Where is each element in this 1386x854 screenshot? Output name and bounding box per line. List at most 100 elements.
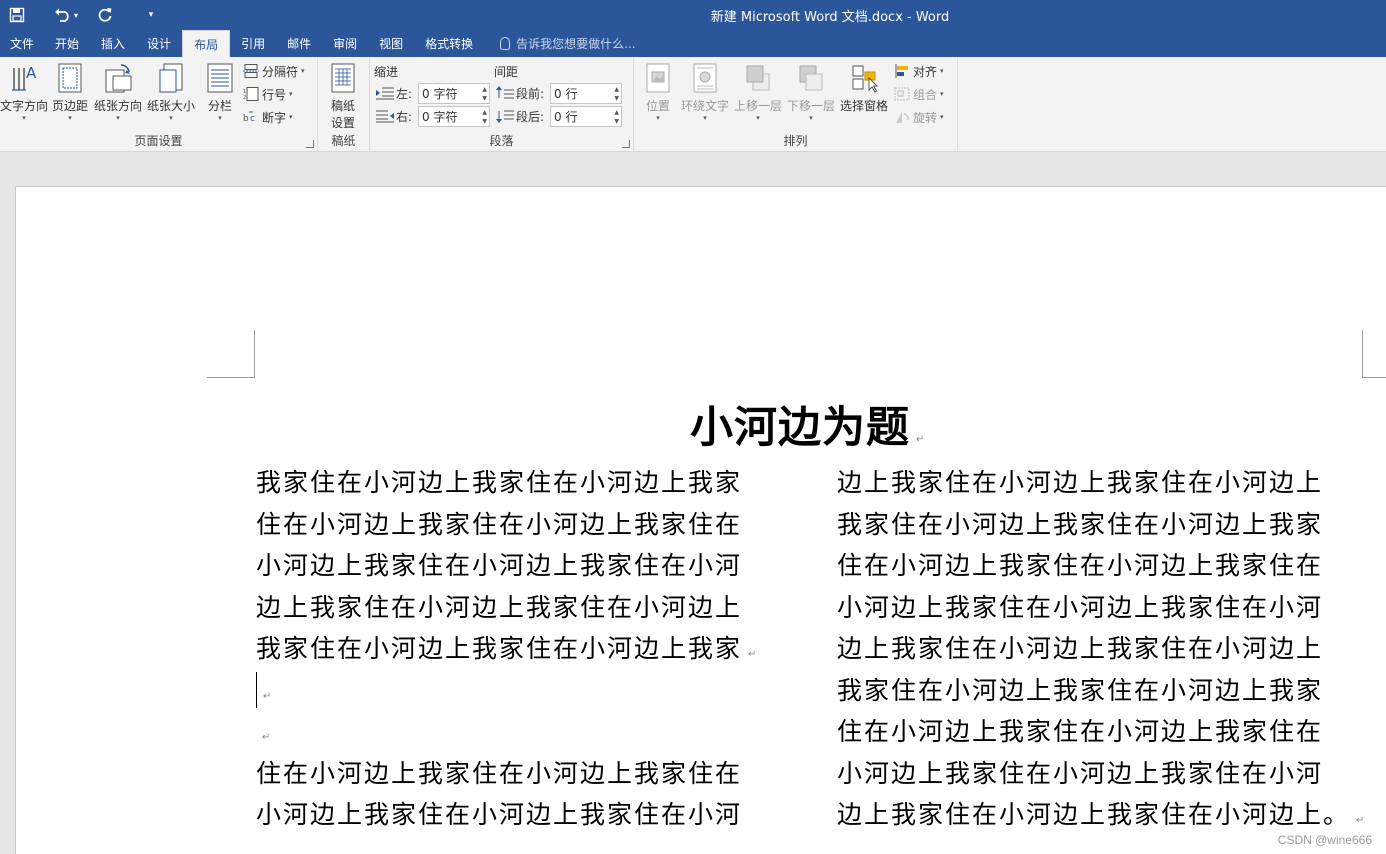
indent-right-input[interactable]: 0 字符 ▲ ▼ [418, 105, 490, 127]
breaks-icon [243, 64, 259, 78]
text-cursor [256, 671, 257, 708]
tab-home[interactable]: 开始 [44, 30, 90, 57]
text-line: 边上我家住在小河边上我家住在小河边上 [837, 468, 1324, 497]
align-button[interactable]: 对齐 ▾ [894, 61, 944, 81]
manuscript-group-label: 稿纸 [331, 134, 356, 148]
chevron-down-icon: ▾ [940, 113, 944, 121]
spacing-after-control: 段后: 0 行 ▲ ▼ [496, 105, 622, 127]
margins-button[interactable]: 页边距 ▾ [52, 62, 88, 122]
paper-size-icon [159, 63, 183, 93]
text-direction-button[interactable]: A 文字方向 ▾ [0, 62, 48, 122]
send-backward-button[interactable]: 下移一层 ▾ [787, 62, 835, 122]
group-button[interactable]: 组合 ▾ [894, 84, 944, 104]
window-title: 新建 Microsoft Word 文档.docx - Word [710, 10, 950, 25]
text-line: ↵ [256, 670, 756, 712]
tab-view[interactable]: 视图 [368, 30, 414, 57]
tab-mailings[interactable]: 邮件 [276, 30, 322, 57]
bring-forward-icon [746, 65, 770, 91]
document-title[interactable]: 小河边为题 ↵ [690, 393, 925, 455]
size-button[interactable]: 纸张大小 ▾ [147, 62, 195, 122]
manuscript-settings-button[interactable]: 稿纸 设置 [328, 62, 358, 131]
tab-layout[interactable]: 布局 [182, 30, 231, 57]
hyphenation-button[interactable]: bc 断字 ▾ [243, 107, 293, 127]
text-line: 小河边上我家住在小河边上我家住在小河 [837, 758, 1324, 788]
spinner-arrows-icon[interactable]: ▲ ▼ [614, 85, 619, 103]
text-column-left[interactable]: 我家住在小河边上我家住在小河边上我家 住在小河边上我家住在小河边上我家住在 小河… [256, 462, 756, 836]
crop-mark-left [207, 330, 255, 378]
tell-me-box[interactable]: 告诉我您想要做什么... [484, 30, 636, 57]
spacing-before-control: 段前: 0 行 ▲ ▼ [496, 82, 622, 104]
text-line: 我家住在小河边上我家住在小河边上我家 [837, 675, 1324, 705]
tab-file[interactable]: 文件 [0, 30, 44, 57]
indent-left-input[interactable]: 0 字符 ▲ ▼ [418, 82, 490, 104]
position-button[interactable]: 位置 ▾ [643, 62, 673, 122]
send-backward-icon [799, 65, 823, 91]
tab-format-convert[interactable]: 格式转换 [414, 30, 484, 57]
spinner-arrows-icon[interactable]: ▲ ▼ [482, 108, 487, 126]
svg-text:b: b [243, 114, 249, 124]
text-line: ↵ [256, 711, 756, 753]
tab-review[interactable]: 审阅 [322, 30, 368, 57]
indent-heading: 缩进 [374, 65, 399, 79]
chevron-down-icon: ▾ [116, 114, 120, 122]
text-direction-icon: A [12, 64, 37, 91]
spinner-arrows-icon[interactable]: ▲ ▼ [482, 85, 487, 103]
text-line: 我家住在小河边上我家住在小河边上我家 [837, 509, 1324, 539]
columns-icon [207, 63, 233, 93]
tab-references[interactable]: 引用 [230, 30, 276, 57]
paragraph-mark: ↵ [916, 434, 926, 445]
selection-pane-button[interactable]: 选择窗格 [840, 62, 888, 114]
save-icon[interactable] [0, 1, 34, 29]
spacing-before-icon [496, 86, 514, 99]
spacing-after-input[interactable]: 0 行 ▲ ▼ [550, 105, 622, 127]
align-icon [895, 64, 908, 78]
group-arrange: 位置 ▾ 环绕文字 ▾ 上移一层 ▾ 下移一层 ▾ 选择窗格 对齐 ▾ 组合 ▾… [634, 57, 958, 152]
indent-left-icon [376, 87, 394, 100]
tab-insert[interactable]: 插入 [90, 30, 136, 57]
bring-forward-button[interactable]: 上移一层 ▾ [734, 62, 782, 122]
document-workspace: 小河边为题 ↵ 我家住在小河边上我家住在小河边上我家 住在小河边上我家住在小河边上… [0, 152, 1386, 854]
text-line: 小河边上我家住在小河边上我家住在小河 [256, 551, 743, 580]
tab-design[interactable]: 设计 [136, 30, 182, 57]
orientation-button[interactable]: 纸张方向 ▾ [94, 62, 142, 122]
ribbon-tabs: 文件 开始 插入 设计 布局 引用 邮件 审阅 视图 格式转换 告诉我您想要做什… [0, 30, 1386, 57]
text-column-right[interactable]: 边上我家住在小河边上我家住在小河边上 我家住在小河边上我家住在小河边上我家 住在… [837, 462, 1364, 836]
page-setup-dialog-launcher-icon[interactable] [306, 140, 314, 148]
paragraph-mark: ↵ [1356, 815, 1365, 826]
chevron-down-icon: ▾ [656, 114, 660, 122]
customize-qat-icon[interactable]: ▾ [134, 1, 168, 29]
title-bar: ▾ ▾ 新建 Microsoft Word 文档.docx - Word [0, 0, 1386, 30]
orientation-icon [105, 64, 132, 93]
line-numbers-button[interactable]: 12 行号 ▾ [243, 84, 293, 104]
undo-dropdown-icon[interactable]: ▾ [70, 1, 82, 29]
document-page[interactable]: 小河边为题 ↵ 我家住在小河边上我家住在小河边上我家 住在小河边上我家住在小河边上… [15, 186, 1386, 854]
text-line: 住在小河边上我家住在小河边上我家住在 [256, 509, 743, 539]
paragraph-dialog-launcher-icon[interactable] [622, 140, 630, 148]
ribbon: A 文字方向 ▾ 页边距 ▾ 纸张方向 ▾ 纸张大小 ▾ 分栏 ▾ 分隔符 ▾ … [0, 57, 1386, 152]
wrap-text-button[interactable]: 环绕文字 ▾ [681, 62, 729, 122]
margins-icon [58, 63, 82, 93]
manuscript-icon [331, 63, 355, 93]
rotate-button[interactable]: 旋转 ▾ [894, 107, 944, 127]
text-line: 边上我家住在小河边上我家住在小河边上 [256, 592, 743, 622]
group-objects-icon [894, 87, 910, 101]
quick-access-toolbar: ▾ ▾ [0, 0, 168, 30]
paragraph-group-label: 段落 [489, 134, 514, 148]
paragraph-mark: ↵ [748, 649, 757, 660]
spacing-after-icon [496, 110, 514, 123]
chevron-down-icon: ▾ [218, 114, 222, 122]
lightbulb-icon [500, 37, 511, 50]
columns-button[interactable]: 分栏 ▾ [205, 62, 235, 122]
text-line: 小河边上我家住在小河边上我家住在小河 [837, 592, 1324, 622]
rotate-icon [896, 112, 909, 123]
redo-icon[interactable] [88, 1, 122, 29]
spinner-arrows-icon[interactable]: ▲ ▼ [614, 108, 619, 126]
page-setup-group-label: 页面设置 [134, 134, 183, 148]
text-line: 住在小河边上我家住在小河边上我家住在 [837, 717, 1324, 746]
spacing-before-input[interactable]: 0 行 ▲ ▼ [550, 82, 622, 104]
group-page-setup: A 文字方向 ▾ 页边距 ▾ 纸张方向 ▾ 纸张大小 ▾ 分栏 ▾ 分隔符 ▾ … [0, 57, 318, 152]
svg-text:2: 2 [243, 95, 246, 101]
text-line: 边上我家住在小河边上我家住在小河边上。 ↵ [837, 800, 1365, 829]
breaks-button[interactable]: 分隔符 ▾ [243, 61, 305, 81]
wrap-text-icon [693, 63, 717, 93]
